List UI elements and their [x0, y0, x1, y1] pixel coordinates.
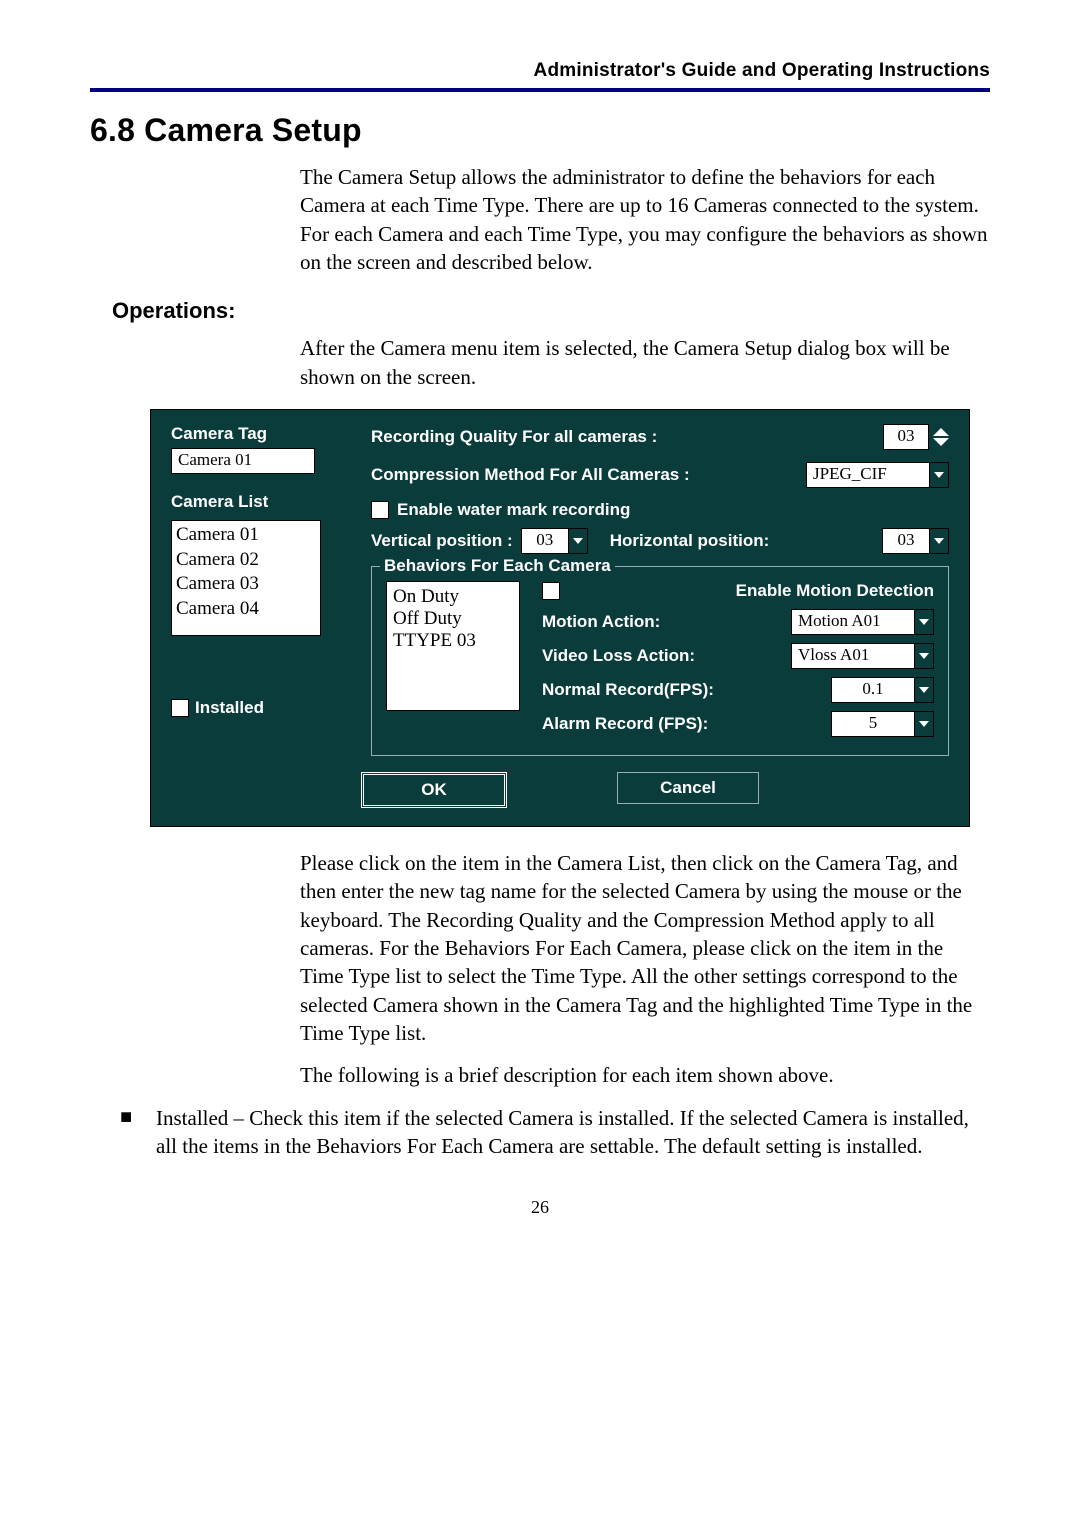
chevron-down-icon	[934, 472, 944, 478]
chevron-down-icon	[919, 653, 929, 659]
installed-label: Installed	[195, 698, 264, 718]
motion-action-select[interactable]: Motion A01	[791, 609, 915, 635]
recording-quality-label: Recording Quality For all cameras :	[371, 427, 657, 447]
header-rule	[90, 88, 990, 92]
operations-paragraph: After the Camera menu item is selected, …	[300, 334, 990, 391]
running-header: Administrator's Guide and Operating Inst…	[90, 60, 990, 82]
camera-tag-label: Camera Tag	[171, 424, 351, 444]
behaviors-legend: Behaviors For Each Camera	[380, 556, 615, 576]
list-item[interactable]: Camera 04	[176, 597, 316, 622]
dropdown-button[interactable]	[569, 528, 588, 554]
chevron-down-icon	[573, 538, 583, 544]
motion-detection-label: Enable Motion Detection	[736, 581, 934, 601]
alarm-record-label: Alarm Record (FPS):	[542, 714, 708, 734]
dropdown-button[interactable]	[915, 711, 934, 737]
video-loss-label: Video Loss Action:	[542, 646, 695, 666]
dropdown-button[interactable]	[915, 609, 934, 635]
list-item[interactable]: Camera 03	[176, 572, 316, 597]
list-item[interactable]: On Duty	[393, 586, 513, 608]
dropdown-button[interactable]	[915, 643, 934, 669]
vertical-position-label: Vertical position :	[371, 531, 513, 551]
dropdown-button[interactable]	[930, 462, 949, 488]
chevron-down-icon	[919, 721, 929, 727]
page-number: 26	[90, 1197, 990, 1218]
compression-method-label: Compression Method For All Cameras :	[371, 465, 690, 485]
vertical-position-select[interactable]: 03	[521, 528, 569, 554]
chevron-down-icon	[934, 538, 944, 544]
horizontal-position-select[interactable]: 03	[882, 528, 930, 554]
compression-method-select[interactable]: JPEG_CIF	[806, 462, 930, 488]
video-loss-select[interactable]: Vloss A01	[791, 643, 915, 669]
alarm-record-select[interactable]: 5	[831, 711, 915, 737]
list-item[interactable]: Camera 02	[176, 548, 316, 573]
intro-paragraph: The Camera Setup allows the administrato…	[300, 163, 990, 276]
motion-action-label: Motion Action:	[542, 612, 660, 632]
list-item[interactable]: Camera 01	[176, 523, 316, 548]
chevron-up-icon	[933, 428, 949, 436]
section-title: 6.8 Camera Setup	[90, 112, 990, 149]
recording-quality-value[interactable]: 03	[883, 424, 929, 450]
watermark-checkbox[interactable]	[371, 501, 389, 519]
time-type-list[interactable]: On Duty Off Duty TTYPE 03	[386, 581, 520, 711]
behaviors-groupbox: Behaviors For Each Camera On Duty Off Du…	[371, 566, 949, 756]
post-dialog-paragraph: Please click on the item in the Camera L…	[300, 849, 990, 1047]
camera-tag-input[interactable]: Camera 01	[171, 448, 315, 474]
recording-quality-stepper[interactable]	[933, 428, 949, 446]
camera-setup-dialog: Camera Tag Camera 01 Camera List Camera …	[150, 409, 970, 827]
bullet-icon: ■	[120, 1104, 138, 1161]
bullet-text: Installed – Check this item if the selec…	[156, 1104, 990, 1161]
installed-checkbox[interactable]	[171, 699, 189, 717]
motion-detection-checkbox[interactable]	[542, 582, 560, 600]
camera-list[interactable]: Camera 01 Camera 02 Camera 03 Camera 04	[171, 520, 321, 636]
chevron-down-icon	[919, 619, 929, 625]
horizontal-position-label: Horizontal position:	[610, 531, 770, 551]
chevron-down-icon	[919, 687, 929, 693]
list-item[interactable]: Off Duty	[393, 608, 513, 630]
chevron-down-icon	[933, 438, 949, 446]
cancel-button[interactable]: Cancel	[617, 772, 759, 804]
list-item[interactable]: TTYPE 03	[393, 630, 513, 652]
following-line: The following is a brief description for…	[300, 1061, 990, 1089]
operations-heading: Operations:	[112, 298, 990, 324]
normal-record-label: Normal Record(FPS):	[542, 680, 714, 700]
normal-record-select[interactable]: 0.1	[831, 677, 915, 703]
dropdown-button[interactable]	[915, 677, 934, 703]
camera-list-label: Camera List	[171, 492, 351, 512]
ok-button[interactable]: OK	[361, 772, 507, 808]
watermark-label: Enable water mark recording	[397, 500, 630, 520]
dropdown-button[interactable]	[930, 528, 949, 554]
